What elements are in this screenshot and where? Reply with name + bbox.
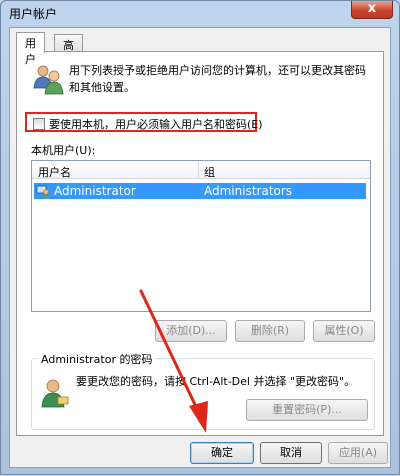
list-header: 用户名 组 — [32, 161, 370, 179]
tab-advanced[interactable]: 高级 — [54, 34, 83, 68]
description-text: 用下列表授予或拒绝用户访问您的计算机，还可以更改其密码和其他设置。 — [69, 64, 366, 94]
column-header-username[interactable]: 用户名 — [38, 164, 71, 180]
require-login-label: 要使用本机，用户必须输入用户名和密码(E) — [49, 118, 263, 131]
tab-users[interactable]: 用户 — [16, 32, 45, 66]
title-bar[interactable]: 用户帐户 x — [1, 1, 399, 27]
password-group: Administrator 的密码 要更改您的密码，请按 Ctrl-Alt-De… — [31, 351, 375, 430]
local-users-list[interactable]: 用户名 组 Administrator Administrators — [31, 160, 371, 312]
dialog-client-area: 用户 高级 用下列表授予或拒绝用户访问您的计算机，还可以更改其密码和其他设置。 … — [9, 27, 391, 468]
apply-button[interactable]: 应用(A) — [328, 442, 388, 464]
row-username: Administrator — [54, 184, 136, 198]
cancel-button[interactable]: 取消 — [260, 442, 322, 464]
column-separator[interactable] — [198, 161, 199, 179]
password-instruction: 要更改您的密码，请按 Ctrl-Alt-Del 并选择 "更改密码"。 — [76, 375, 356, 388]
properties-button[interactable]: 属性(O) — [313, 320, 375, 342]
users-icon — [33, 65, 64, 95]
add-user-button[interactable]: 添加(D)... — [155, 320, 227, 342]
reset-password-button[interactable]: 重置密码(P)... — [246, 399, 368, 421]
user-accounts-dialog: 用户帐户 x 用户 高级 用下列表授予或拒绝用户访问您的计算机，还可以更改其密码… — [0, 0, 400, 475]
require-login-row[interactable]: 要使用本机，用户必须输入用户名和密码(E) — [25, 112, 263, 132]
require-login-checkbox[interactable] — [33, 118, 45, 130]
users-tab-panel: 用下列表授予或拒绝用户访问您的计算机，还可以更改其密码和其他设置。 要使用本机，… — [16, 51, 384, 436]
user-password-icon — [41, 379, 69, 408]
close-icon: x — [367, 1, 377, 16]
row-group: Administrators — [204, 184, 293, 198]
close-button[interactable]: x — [351, 1, 393, 19]
remove-user-button[interactable]: 删除(R) — [235, 320, 305, 342]
column-header-group[interactable]: 组 — [204, 164, 215, 180]
local-users-label: 本机用户(U): — [31, 144, 96, 157]
table-row[interactable]: Administrator Administrators — [34, 183, 366, 199]
user-icon — [36, 185, 50, 198]
window-title: 用户帐户 — [9, 7, 58, 21]
password-group-title: Administrator 的密码 — [38, 351, 156, 367]
ok-button[interactable]: 确定 — [190, 442, 254, 464]
